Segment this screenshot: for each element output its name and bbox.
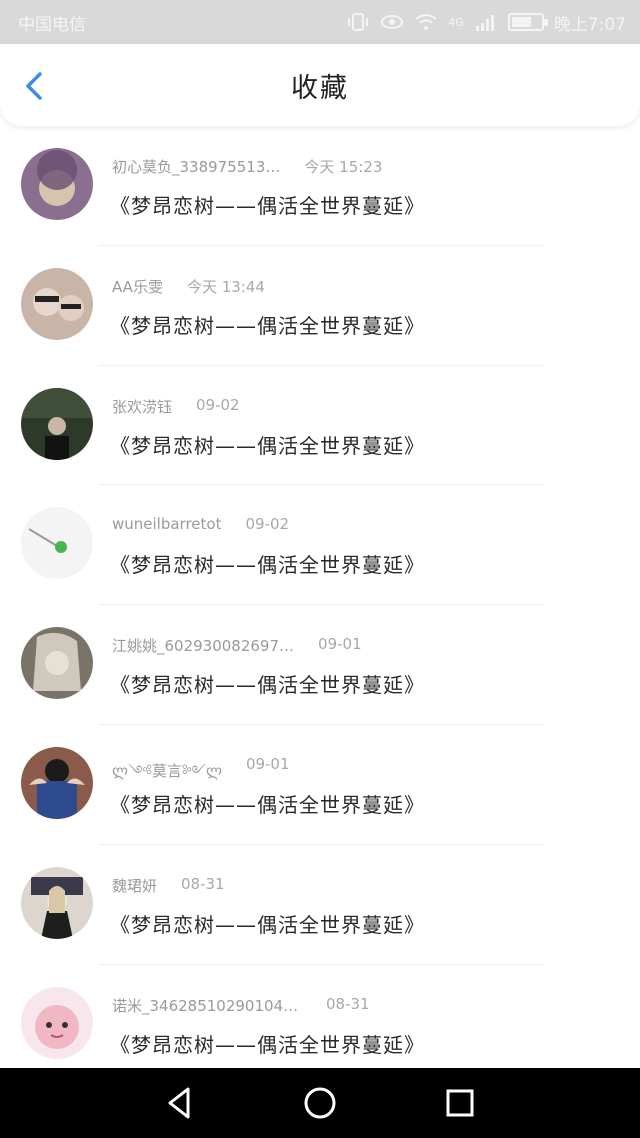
favorite-title: 《梦昂恋树——偶活全世界蔓延》 <box>110 194 425 218</box>
author-name: 魏珺妍 <box>112 876 158 895</box>
list-item[interactable]: AA乐雯 今天 13:44 《梦昂恋树——偶活全世界蔓延》 <box>0 246 640 366</box>
author-name: 诺米_346285102901045 92 <box>112 996 302 1015</box>
item-meta: 初心莫负_338975513… 今天 15:23 <box>112 156 382 177</box>
page-title: 收藏 <box>291 72 349 104</box>
avatar[interactable] <box>21 507 93 580</box>
favorite-title: 《梦昂恋树——偶活全世界蔓延》 <box>110 792 425 817</box>
list-item[interactable]: ლ༺莫言༻ლ 09-01 《梦昂恋树——偶活全世界蔓延》 <box>0 725 640 845</box>
vibrate-icon <box>348 13 369 31</box>
system-navigation-bar <box>0 1068 640 1138</box>
timestamp: 09-02 <box>196 395 240 414</box>
avatar[interactable] <box>21 746 93 819</box>
network-type-label: 4G <box>448 15 464 29</box>
eye-icon <box>381 15 404 29</box>
author-name: 初心莫负_338975513… <box>112 158 281 176</box>
favorites-list: 初心莫负_338975513… 今天 15:23 《梦昂恋树——偶活全世界蔓延》… <box>0 126 640 1068</box>
author-name: wuneilbarretot <box>112 515 222 534</box>
square-recents-icon[interactable] <box>440 1083 480 1123</box>
favorite-title: 《梦昂恋树——偶活全世界蔓延》 <box>110 1032 425 1057</box>
header-bar: 收藏 <box>0 44 640 126</box>
list-item[interactable]: 魏珺妍 08-31 《梦昂恋树——偶活全世界蔓延》 <box>0 845 640 965</box>
list-item[interactable]: 诺米_346285102901045 92 08-31 《梦昂恋树——偶活全世界… <box>0 965 640 1068</box>
avatar[interactable] <box>21 627 93 700</box>
timestamp: 今天 15:23 <box>304 158 383 176</box>
avatar[interactable] <box>21 148 93 220</box>
author-name: 张欢涝钰 <box>112 397 173 416</box>
author-name: AA乐雯 <box>112 277 163 296</box>
status-icons: 4G 晚上7:07 <box>346 10 626 35</box>
list-item[interactable]: 江姚姚_602930082697… 09-01 《梦昂恋树——偶活全世界蔓延》 <box>0 605 640 725</box>
timestamp: 08-31 <box>181 874 225 893</box>
item-meta: 江姚姚_602930082697… 09-01 <box>112 635 362 656</box>
status-bar: 中国电信 4G 晚上7:07 <box>0 0 640 44</box>
favorite-title: 《梦昂恋树——偶活全世界蔓延》 <box>110 673 425 698</box>
avatar[interactable] <box>21 986 93 1059</box>
author-name: 江姚姚_602930082697… <box>112 637 295 656</box>
signal-icon <box>475 15 494 31</box>
list-item[interactable]: 初心莫负_338975513… 今天 15:23 《梦昂恋树——偶活全世界蔓延》 <box>0 126 640 246</box>
timestamp: 今天 13:44 <box>186 277 265 296</box>
avatar[interactable] <box>21 267 93 340</box>
favorite-title: 《梦昂恋树——偶活全世界蔓延》 <box>110 912 425 937</box>
favorite-title: 《梦昂恋树——偶活全世界蔓延》 <box>110 553 425 578</box>
favorite-title: 《梦昂恋树——偶活全世界蔓延》 <box>110 313 425 338</box>
list-item[interactable]: 张欢涝钰 09-02 《梦昂恋树——偶活全世界蔓延》 <box>0 366 640 486</box>
wifi-icon <box>415 14 437 30</box>
battery-icon <box>507 13 548 31</box>
timestamp: 09-02 <box>245 515 290 534</box>
item-meta: AA乐雯 今天 13:44 <box>112 276 265 297</box>
triangle-back-icon[interactable] <box>160 1083 200 1123</box>
item-meta: wuneilbarretot 09-02 <box>112 515 289 533</box>
favorite-title: 《梦昂恋树——偶活全世界蔓延》 <box>110 433 425 458</box>
list-item[interactable]: wuneilbarretot 09-02 《梦昂恋树——偶活全世界蔓延》 <box>0 485 640 606</box>
item-meta: 诺米_346285102901045 92 08-31 <box>112 995 370 1016</box>
item-meta: 魏珺妍 08-31 <box>112 875 225 896</box>
item-meta: 张欢涝钰 09-02 <box>112 396 240 417</box>
carrier-label: 中国电信 <box>18 14 86 35</box>
avatar[interactable] <box>21 387 93 460</box>
timestamp: 09-01 <box>318 635 362 654</box>
timestamp: 08-31 <box>326 994 370 1013</box>
circle-home-icon[interactable] <box>300 1083 340 1123</box>
avatar[interactable] <box>21 866 93 939</box>
clock-label: 晚上7:07 <box>553 14 626 35</box>
chevron-left-icon[interactable] <box>18 70 50 102</box>
